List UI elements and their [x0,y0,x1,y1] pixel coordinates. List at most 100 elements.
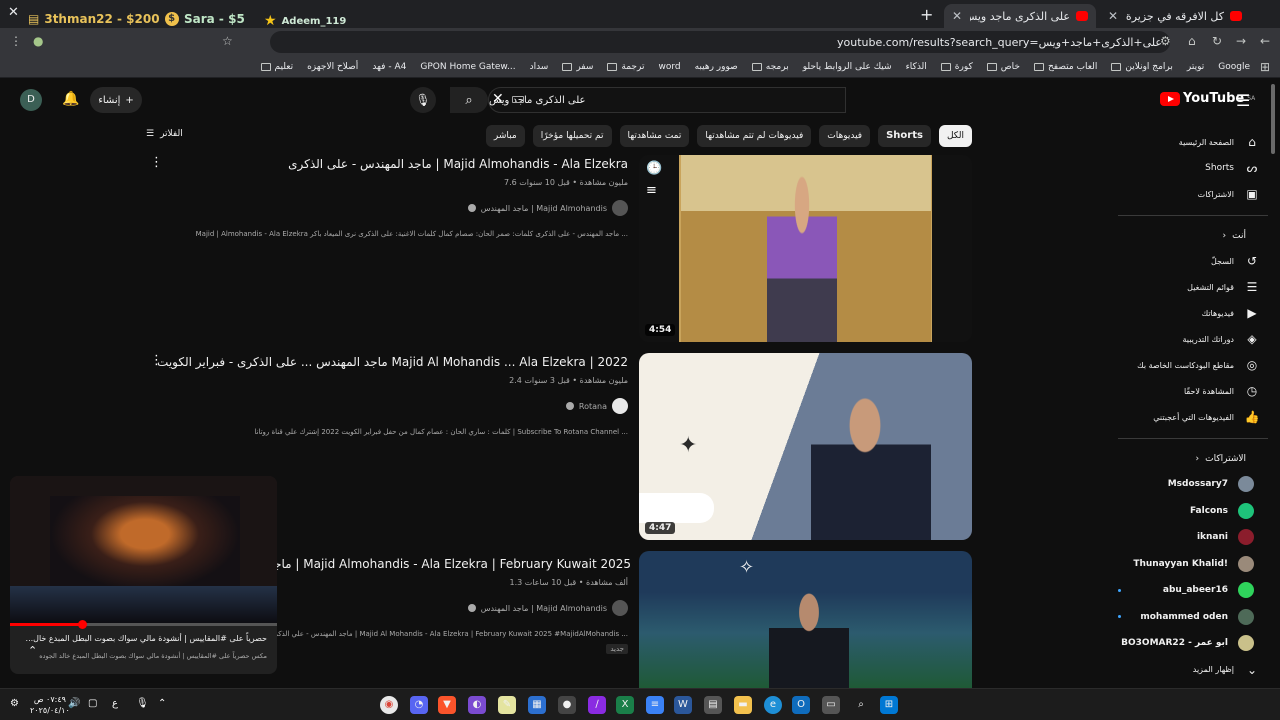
mini-player-title[interactable]: حصرياً على #المقاييس | أنشودة مالي سواك … [26,634,267,643]
voice-search-button[interactable]: 🎙 [410,87,436,113]
bookmark-star-icon[interactable]: ☆ [222,34,233,48]
youtube-logo[interactable]: YouTube SA [1160,91,1255,106]
app-icon[interactable]: ◐ [468,696,486,714]
mini-player-progress[interactable] [10,620,277,629]
language-indicator[interactable]: ع [112,698,118,709]
microphone-icon[interactable]: 🎙 [136,698,149,709]
chip-shorts[interactable]: Shorts [878,125,931,147]
channel-avatar[interactable] [612,200,628,216]
filters-button[interactable]: ☰ الفلاتر [146,129,183,139]
video-title[interactable]: ماجد المهندس - على الذكرى | Majid Almoha… [148,157,628,171]
chip-videos[interactable]: فيديوهات [819,125,871,147]
video-thumbnail[interactable]: 4:54 [639,155,972,342]
more-options-icon[interactable]: ⋮ [150,155,163,170]
edge-icon[interactable]: e [764,696,782,714]
notifications-bell-icon[interactable]: 🔔 [62,91,79,107]
tune-icon[interactable]: ⚙ [1160,34,1171,48]
subscription-item[interactable]: Falcons [1118,498,1268,525]
subscription-item[interactable]: abu_abeer16 [1118,577,1268,604]
store-icon[interactable]: ▦ [528,696,546,714]
sidebar-item-courses[interactable]: ◈ دوراتك التدريبية [1118,326,1268,352]
document-icon[interactable]: ≡ [646,696,664,714]
bookmark-item[interactable]: Google [1218,62,1250,72]
video-thumbnail[interactable]: ✧ [639,551,972,688]
excel-icon[interactable]: X [616,696,634,714]
subscription-item[interactable]: mohammed oden [1118,604,1268,631]
video-result-1[interactable]: 4:54 🕒 ≡ ماجد المهندس - على الذكرى | Maj… [140,155,972,343]
more-options-icon[interactable]: ⋮ [150,353,163,368]
bookmark-item[interactable]: تعليم [260,62,293,72]
page-scrollbar[interactable] [1271,84,1275,154]
address-bar[interactable]: youtube.com/results?search_query=على+الذ… [270,31,1170,53]
search-icon[interactable]: ⌕ [852,696,870,714]
url-text[interactable]: youtube.com/results?search_query=على+الذ… [837,36,1162,49]
clear-search-icon[interactable]: ✕ [492,91,504,107]
subscription-item[interactable]: Msdossary7 [1118,471,1268,498]
sidebar-item-podcasts[interactable]: ◎ مقاطع البودكاست الخاصة بك [1118,352,1268,378]
file-explorer-icon[interactable]: ▬ [734,696,752,714]
new-tab-button[interactable]: + [920,5,933,24]
subscription-item[interactable]: BO3OMAR22 - ابو عمر [1118,630,1268,657]
back-icon[interactable]: ← [1260,34,1270,48]
forward-icon[interactable]: → [1236,34,1246,48]
bookmark-item[interactable]: الذكاء [906,62,927,72]
subscription-item[interactable]: Thunayyan Khalid! [1118,551,1268,578]
channel-row[interactable]: ماجد المهندس | Majid Almohandis [148,200,628,216]
sidebar-item-subscriptions[interactable]: ▣ الاشتراكات [1118,181,1268,207]
video-thumbnail[interactable]: ✦ 4:47 [639,353,972,540]
bookmark-item[interactable]: شيك على الروابط ياحلو [803,62,892,72]
sidebar-item-your-videos[interactable]: ▶ فيديوهاتك [1118,300,1268,326]
bookmark-item[interactable]: صوور رهيبه [695,62,738,72]
avatar[interactable]: D [20,89,42,111]
tray-chevron-icon[interactable]: ⌃ [158,698,166,709]
expand-chevron-icon[interactable]: ⌃ [28,644,37,657]
bookmark-item[interactable]: خاص [986,62,1020,72]
task-view-icon[interactable]: ▭ [822,696,840,714]
sidebar-item-shorts[interactable]: ᔕ Shorts [1118,155,1268,181]
home-icon[interactable]: ⌂ [1188,34,1196,48]
profile-icon[interactable]: ● [33,34,43,48]
bookmark-item[interactable]: تويتر [1187,62,1204,72]
channel-row[interactable]: Rotana [148,398,628,414]
bookmark-item[interactable]: أصلاح الاجهزه [307,62,358,72]
add-to-queue-icon[interactable]: ≡ [646,183,657,198]
progress-knob[interactable] [78,620,88,629]
chip-watched[interactable]: تمت مشاهدتها [619,125,690,147]
sidebar-item-history[interactable]: ↺ السجلّ [1118,248,1268,274]
menu-dots-icon[interactable]: ⋮ [10,34,22,48]
search-button[interactable]: ⌕ [450,87,488,113]
volume-icon[interactable]: 🔊 [68,698,80,709]
close-tab-icon[interactable]: ✕ [952,9,962,23]
channel-name[interactable]: ماجد المهندس | Majid Almohandis [481,204,607,213]
channel-avatar[interactable] [612,398,628,414]
system-clock[interactable]: ٠٧:٤٩ ص ٢٠٢٥/٠٤/١٠ [30,694,70,716]
subscription-item[interactable]: iknani [1118,524,1268,551]
watch-later-icon[interactable]: 🕒 [646,161,662,176]
keyboard-icon[interactable] [512,96,524,103]
brave-icon[interactable]: ▼ [438,696,456,714]
calculator-icon[interactable]: ▤ [704,696,722,714]
windows-start-icon[interactable]: ⊞ [880,696,898,714]
reload-icon[interactable]: ↻ [1212,34,1222,48]
chip-recently-uploaded[interactable]: تم تحميلها مؤخرًا [532,125,612,147]
chip-all[interactable]: الكل [938,125,972,147]
channel-name[interactable]: ماجد المهندس | Majid Almohandis [481,604,607,613]
app-icon[interactable]: ● [558,696,576,714]
bookmark-item[interactable]: برمجه [751,62,789,72]
channel-avatar[interactable] [612,600,628,616]
sidebar-item-playlists[interactable]: ☰ قوائم التشغيل [1118,274,1268,300]
bookmark-item[interactable]: برامج اونلاين [1111,62,1173,72]
search-input[interactable]: على الذكرى ماجد ويس [488,87,846,113]
bookmark-item[interactable]: سداد [530,62,549,72]
video-title[interactable]: ماجد المهندس ... على الذكرى - فبراير الك… [148,355,628,369]
settings-icon[interactable]: ⚙ [10,698,19,709]
bookmark-item[interactable]: GPON Home Gatew... [420,62,515,72]
notes-icon[interactable]: ✎ [498,696,516,714]
bookmark-item[interactable]: سفر [562,62,593,72]
network-icon[interactable]: ▢ [88,698,97,709]
chip-unwatched[interactable]: فيديوهات لم تتم مشاهدتها [697,125,812,147]
chip-live[interactable]: مباشر [485,125,525,147]
sidebar-you-header[interactable]: أنت › [1118,224,1268,248]
sidebar-item-home[interactable]: ⌂ الصفحة الرئيسية [1118,129,1268,155]
tab-youtube-search[interactable]: على الذكرى ماجد ويس - YouTube ✕ [944,4,1096,28]
